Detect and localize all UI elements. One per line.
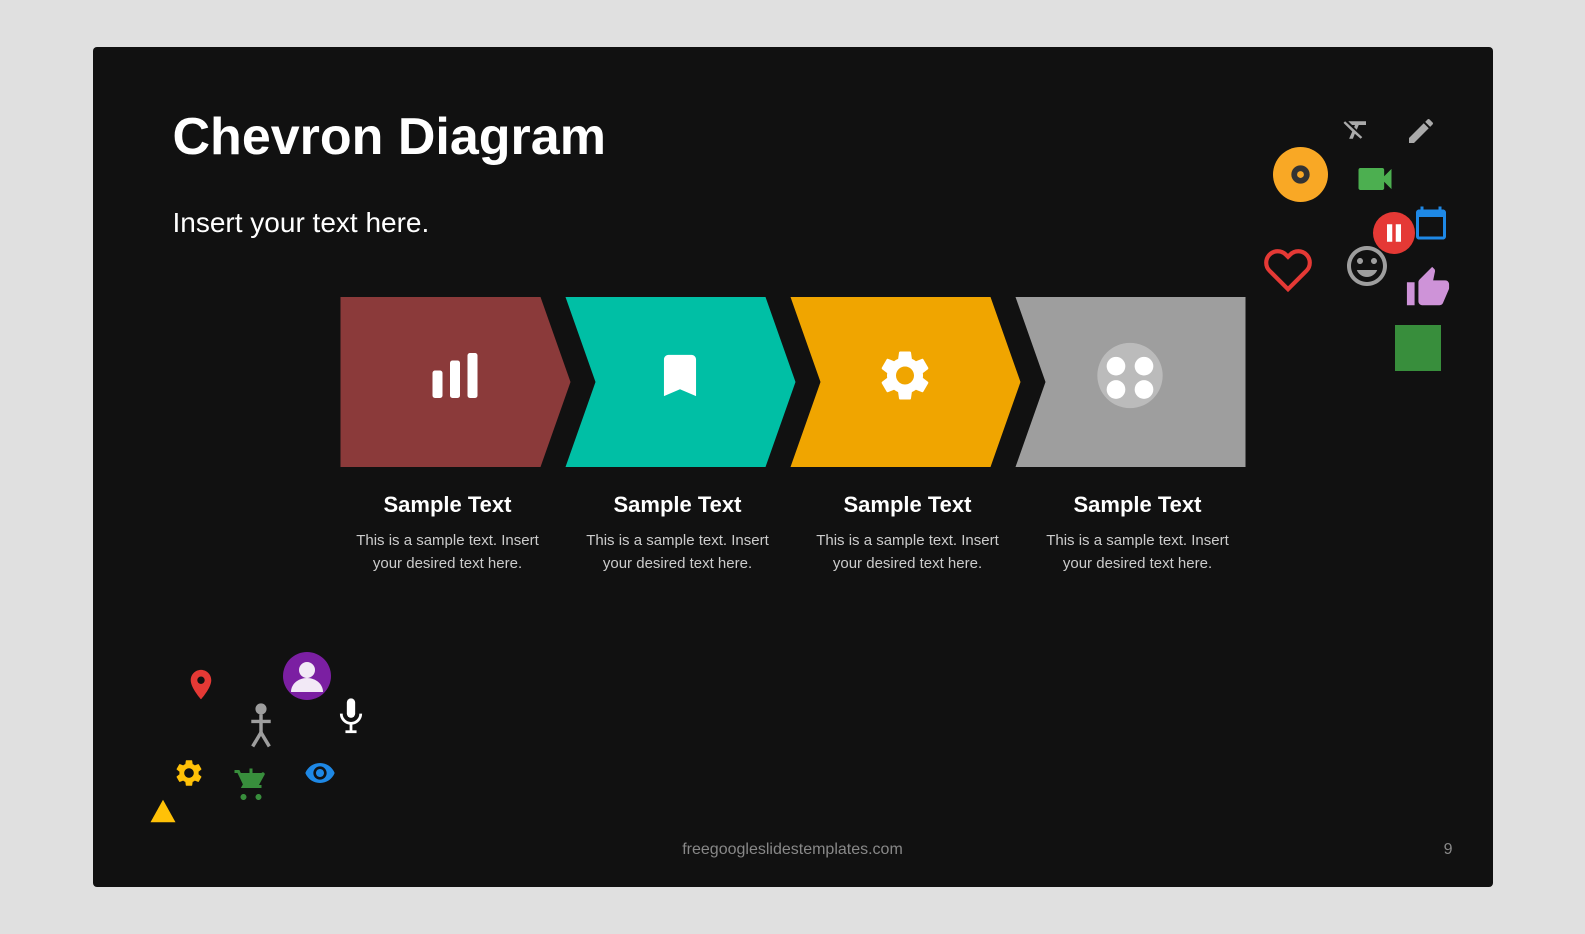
slide: Chevron Diagram Insert your text here. bbox=[93, 47, 1493, 887]
chevron-1 bbox=[333, 297, 578, 467]
decorative-icons-group bbox=[143, 647, 363, 827]
floating-icons-group bbox=[1243, 97, 1443, 397]
calendar-icon bbox=[1413, 205, 1449, 246]
label-desc-4: This is a sample text. Insert your desir… bbox=[1033, 530, 1243, 575]
label-title-3: Sample Text bbox=[844, 492, 972, 518]
label-col-2: Sample Text This is a sample text. Inser… bbox=[563, 492, 793, 575]
label-desc-3: This is a sample text. Insert your desir… bbox=[803, 530, 1013, 575]
chevron-3 bbox=[783, 297, 1028, 467]
label-desc-2: This is a sample text. Insert your desir… bbox=[573, 530, 783, 575]
gear-yellow-icon bbox=[173, 757, 205, 794]
label-title-4: Sample Text bbox=[1074, 492, 1202, 518]
no-format-icon bbox=[1341, 115, 1371, 150]
user-avatar-icon bbox=[283, 652, 331, 705]
microphone-icon bbox=[333, 697, 369, 752]
label-col-1: Sample Text This is a sample text. Inser… bbox=[333, 492, 563, 575]
eye-blue-icon bbox=[298, 757, 342, 794]
label-title-2: Sample Text bbox=[614, 492, 742, 518]
label-col-3: Sample Text This is a sample text. Inser… bbox=[793, 492, 1023, 575]
location-pin-icon bbox=[183, 667, 219, 716]
chevron-2 bbox=[558, 297, 803, 467]
slide-title: Chevron Diagram bbox=[173, 107, 606, 167]
footer-url: freegoogleslidestemplates.com bbox=[682, 841, 903, 859]
label-desc-1: This is a sample text. Insert your desir… bbox=[343, 530, 553, 575]
video-camera-icon bbox=[1353, 157, 1397, 206]
pencil-icon bbox=[1405, 115, 1437, 152]
footer-page-number: 9 bbox=[1444, 841, 1453, 859]
thumbs-up-icon bbox=[1405, 265, 1451, 316]
person-icon bbox=[243, 702, 279, 757]
vinyl-record-icon bbox=[1273, 147, 1328, 207]
chevron-4 bbox=[1008, 297, 1253, 467]
heart-icon bbox=[1263, 245, 1313, 300]
label-col-4: Sample Text This is a sample text. Inser… bbox=[1023, 492, 1253, 575]
slide-subtitle: Insert your text here. bbox=[173, 207, 430, 239]
triangle-yellow-icon bbox=[148, 797, 178, 830]
labels-row: Sample Text This is a sample text. Inser… bbox=[333, 492, 1253, 575]
green-square-icon bbox=[1395, 325, 1441, 376]
smiley-icon bbox=[1343, 242, 1391, 295]
label-title-1: Sample Text bbox=[384, 492, 512, 518]
cart-green-icon bbox=[233, 767, 269, 808]
chevron-row bbox=[333, 297, 1253, 467]
